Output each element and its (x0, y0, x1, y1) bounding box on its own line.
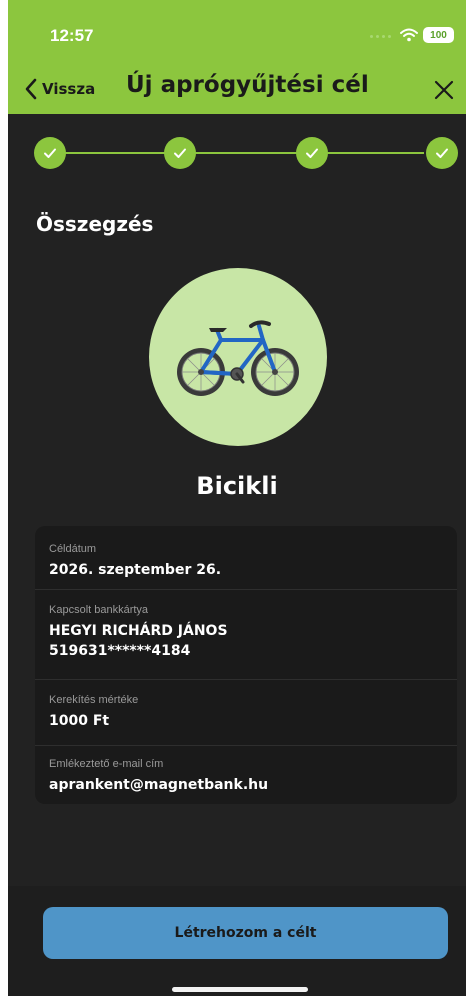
target-date-value: 2026. szeptember 26. (49, 562, 222, 578)
create-goal-button[interactable]: Létrehozom a célt (43, 907, 448, 959)
close-icon[interactable] (432, 78, 456, 102)
step-1-complete (34, 137, 66, 169)
battery-icon: 100 (423, 27, 454, 43)
chevron-left-icon (25, 78, 37, 100)
goal-name: Bicikli (196, 472, 278, 500)
stepper-line (50, 152, 424, 154)
check-icon (306, 148, 318, 158)
summary-card: Céldátum 2026. szeptember 26. Kapcsolt b… (35, 526, 457, 804)
summary-row-linked-card: Kapcsolt bankkártya HEGYI RICHÁRD JÁNOS … (35, 590, 457, 680)
progress-stepper (8, 137, 466, 169)
back-button[interactable]: Vissza (24, 74, 95, 104)
check-icon (174, 148, 186, 158)
rounding-label: Kerekítés mértéke (49, 694, 139, 706)
cardholder-name: HEGYI RICHÁRD JÁNOS (49, 623, 228, 639)
reminder-email-label: Emlékeztető e-mail cím (49, 758, 164, 770)
header-bar: 12:57 100 Vissza Új aprógyűjtési cél (8, 0, 466, 114)
app-screen: 12:57 100 Vissza Új aprógyűjtési cél Öss… (8, 0, 466, 996)
bicycle-icon (177, 320, 299, 396)
linked-card-label: Kapcsolt bankkártya (49, 604, 149, 616)
wifi-icon (400, 28, 418, 42)
target-date-label: Céldátum (49, 543, 97, 555)
check-icon (436, 148, 448, 158)
battery-level: 100 (430, 29, 447, 41)
page-title: Új aprógyűjtési cél (126, 72, 369, 98)
summary-row-rounding: Kerekítés mértéke 1000 Ft (35, 680, 457, 746)
goal-image (149, 268, 327, 446)
step-4-complete (426, 137, 458, 169)
reminder-email-value: aprankent@magnetbank.hu (49, 777, 269, 793)
home-indicator[interactable] (172, 987, 308, 992)
card-number: 519631******4184 (49, 643, 191, 659)
rounding-value: 1000 Ft (49, 713, 110, 729)
cellular-signal-icon (370, 35, 392, 39)
summary-row-reminder-email: Emlékeztető e-mail cím aprankent@magnetb… (35, 746, 457, 804)
summary-row-target-date: Céldátum 2026. szeptember 26. (35, 526, 457, 590)
back-label: Vissza (42, 80, 96, 98)
step-2-complete (164, 137, 196, 169)
section-title: Összegzés (36, 212, 154, 236)
check-icon (44, 148, 56, 158)
step-3-complete (296, 137, 328, 169)
status-time: 12:57 (50, 26, 94, 45)
